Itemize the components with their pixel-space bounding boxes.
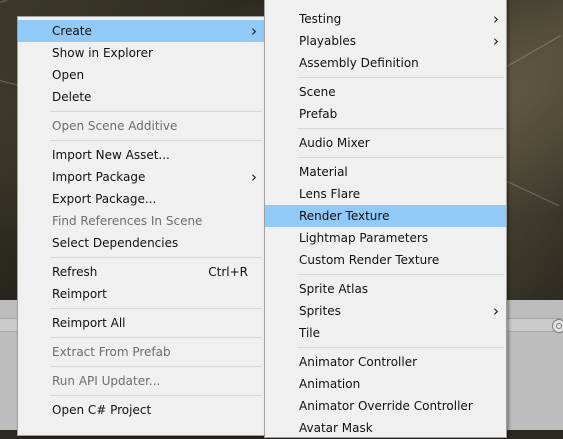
create-menu-item-sprites[interactable]: Sprites › — [265, 300, 506, 322]
menu-item-reimport[interactable]: Reimport — [18, 283, 264, 305]
chevron-right-icon: › — [493, 32, 499, 50]
create-menu-item-custom-render-texture[interactable]: Custom Render Texture — [265, 249, 506, 271]
menu-item-label: Refresh — [52, 265, 98, 279]
menu-separator — [297, 157, 504, 158]
menu-item-label: Export Package... — [52, 192, 157, 206]
create-menu-item-tile[interactable]: Tile — [265, 322, 506, 344]
create-menu-item-sprite-atlas[interactable]: Sprite Atlas — [265, 278, 506, 300]
menu-item-export-package[interactable]: Export Package... — [18, 188, 264, 210]
menu-item-open-scene-additive: Open Scene Additive — [18, 115, 264, 137]
menu-item-label: Animation — [299, 377, 361, 391]
menu-item-create[interactable]: Create › — [18, 20, 264, 42]
menu-separator — [50, 257, 262, 258]
scene-grid-line — [500, 35, 562, 71]
menu-item-label: Reimport — [52, 287, 107, 301]
create-menu-item-material[interactable]: Material — [265, 161, 506, 183]
menu-item-label: Audio Mixer — [299, 136, 370, 150]
menu-item-label: Import New Asset... — [52, 148, 170, 162]
menu-item-label: Open Scene Additive — [52, 119, 178, 133]
create-menu-item-scene[interactable]: Scene — [265, 81, 506, 103]
menu-item-open-c-project[interactable]: Open C# Project — [18, 399, 264, 421]
menu-item-reimport-all[interactable]: Reimport All — [18, 312, 264, 334]
menu-item-import-new-asset[interactable]: Import New Asset... — [18, 144, 264, 166]
menu-separator — [50, 308, 262, 309]
panel-options-icon[interactable] — [552, 319, 563, 333]
create-menu-item-animator-override-controller[interactable]: Animator Override Controller — [265, 395, 506, 417]
menu-item-label: Assembly Definition — [299, 56, 419, 70]
menu-item-label: Run API Updater... — [52, 374, 161, 388]
menu-item-label: Extract From Prefab — [52, 345, 171, 359]
menu-separator — [297, 274, 504, 275]
menu-item-import-package[interactable]: Import Package › — [18, 166, 264, 188]
menu-item-label: Sprites — [299, 304, 341, 318]
create-menu-item-audio-mixer[interactable]: Audio Mixer — [265, 132, 506, 154]
menu-item-label: Scene — [299, 85, 336, 99]
menu-item-label: Reimport All — [52, 316, 126, 330]
scene-grid-line — [0, 0, 38, 3]
create-menu-item-assembly-definition[interactable]: Assembly Definition — [265, 52, 506, 74]
chevron-right-icon: › — [251, 168, 257, 186]
menu-item-label: Prefab — [299, 107, 338, 121]
create-menu-item-render-texture[interactable]: Render Texture — [265, 205, 506, 227]
create-menu-item-prefab[interactable]: Prefab — [265, 103, 506, 125]
menu-item-extract-from-prefab: Extract From Prefab — [18, 341, 264, 363]
menu-item-label: Playables — [299, 34, 356, 48]
menu-item-label: Lightmap Parameters — [299, 231, 429, 245]
menu-item-label: Find References In Scene — [52, 214, 203, 228]
menu-item-label: Show in Explorer — [52, 46, 153, 60]
menu-item-label: Import Package — [52, 170, 146, 184]
menu-item-show-in-explorer[interactable]: Show in Explorer — [18, 42, 264, 64]
menu-item-label: Sprite Atlas — [299, 282, 369, 296]
menu-item-label: Create — [52, 24, 92, 38]
menu-item-find-references-in-scene: Find References In Scene — [18, 210, 264, 232]
create-menu-item-testing[interactable]: Testing › — [265, 8, 506, 30]
create-menu-item-avatar-mask[interactable]: Avatar Mask — [265, 417, 506, 439]
create-menu-item-lightmap-parameters[interactable]: Lightmap Parameters — [265, 227, 506, 249]
menu-item-label: Avatar Mask — [299, 421, 373, 435]
menu-item-run-api-updater: Run API Updater... — [18, 370, 264, 392]
menu-item-refresh[interactable]: Refresh Ctrl+R — [18, 261, 264, 283]
menu-separator — [50, 140, 262, 141]
menu-item-label: Animator Controller — [299, 355, 418, 369]
menu-separator — [297, 128, 504, 129]
chevron-right-icon: › — [493, 302, 499, 320]
create-submenu: Testing › Playables › Assembly Definition Sce… — [264, 0, 507, 438]
menu-item-open[interactable]: Open — [18, 64, 264, 86]
menu-separator — [50, 395, 262, 396]
chevron-right-icon: › — [493, 10, 499, 28]
menu-item-delete[interactable]: Delete — [18, 86, 264, 108]
create-menu-item-animator-controller[interactable]: Animator Controller — [265, 351, 506, 373]
menu-separator — [50, 111, 262, 112]
context-menu: Create › Show in Explorer Open Delete Open Sc… — [17, 16, 265, 436]
chevron-right-icon: › — [251, 22, 257, 40]
menu-item-label: Tile — [299, 326, 321, 340]
create-menu-item-lens-flare[interactable]: Lens Flare — [265, 183, 506, 205]
scene-grid-line — [504, 180, 560, 207]
menu-item-shortcut: Ctrl+R — [208, 265, 248, 279]
menu-item-label: Lens Flare — [299, 187, 361, 201]
menu-item-select-dependencies[interactable]: Select Dependencies — [18, 232, 264, 254]
menu-item-label: Material — [299, 165, 348, 179]
menu-item-label: Open — [52, 68, 85, 82]
menu-item-label: Animator Override Controller — [299, 399, 473, 413]
menu-separator — [297, 347, 504, 348]
create-menu-item-playables[interactable]: Playables › — [265, 30, 506, 52]
menu-separator — [297, 77, 504, 78]
menu-item-label: Select Dependencies — [52, 236, 179, 250]
menu-separator — [50, 366, 262, 367]
menu-item-label: Custom Render Texture — [299, 253, 440, 267]
create-menu-item-animation[interactable]: Animation — [265, 373, 506, 395]
menu-separator — [50, 337, 262, 338]
menu-item-label: Open C# Project — [52, 403, 152, 417]
menu-item-label: Render Texture — [299, 209, 390, 223]
menu-item-label: Delete — [52, 90, 92, 104]
menu-item-label: Testing — [299, 12, 342, 26]
